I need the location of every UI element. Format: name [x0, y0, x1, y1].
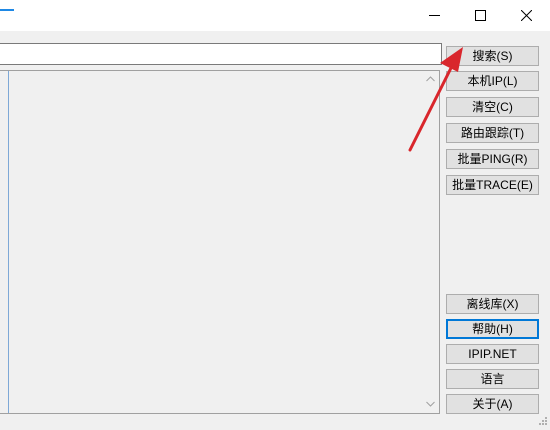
column-divider [8, 71, 9, 413]
minimize-button[interactable] [411, 0, 457, 31]
title-bar [0, 0, 550, 31]
results-list[interactable] [0, 70, 440, 414]
maximize-button[interactable] [457, 0, 503, 31]
scroll-down-button[interactable] [422, 396, 439, 413]
maximize-icon [475, 10, 486, 21]
search-input[interactable] [0, 43, 442, 65]
close-button[interactable] [503, 0, 549, 31]
minimize-icon [429, 15, 440, 16]
language-button[interactable]: 语言 [446, 369, 539, 389]
resize-grip-icon[interactable] [536, 416, 548, 428]
chevron-down-icon [426, 401, 435, 407]
batch-ping-button[interactable]: 批量PING(R) [446, 149, 539, 169]
ipip-net-button[interactable]: IPIP.NET [446, 344, 539, 364]
local-ip-button[interactable]: 本机IP(L) [446, 71, 539, 91]
close-icon [521, 10, 532, 21]
batch-trace-button[interactable]: 批量TRACE(E) [446, 175, 539, 195]
clear-button[interactable]: 清空(C) [446, 97, 539, 117]
vertical-scrollbar[interactable] [422, 71, 439, 413]
scroll-up-button[interactable] [422, 71, 439, 88]
offline-db-button[interactable]: 离线库(X) [446, 294, 539, 314]
help-button[interactable]: 帮助(H) [446, 319, 539, 339]
search-button[interactable]: 搜索(S) [446, 46, 539, 66]
about-button[interactable]: 关于(A) [446, 394, 539, 414]
app-icon [0, 9, 14, 20]
route-trace-button[interactable]: 路由跟踪(T) [446, 123, 539, 143]
chevron-up-icon [426, 76, 435, 82]
